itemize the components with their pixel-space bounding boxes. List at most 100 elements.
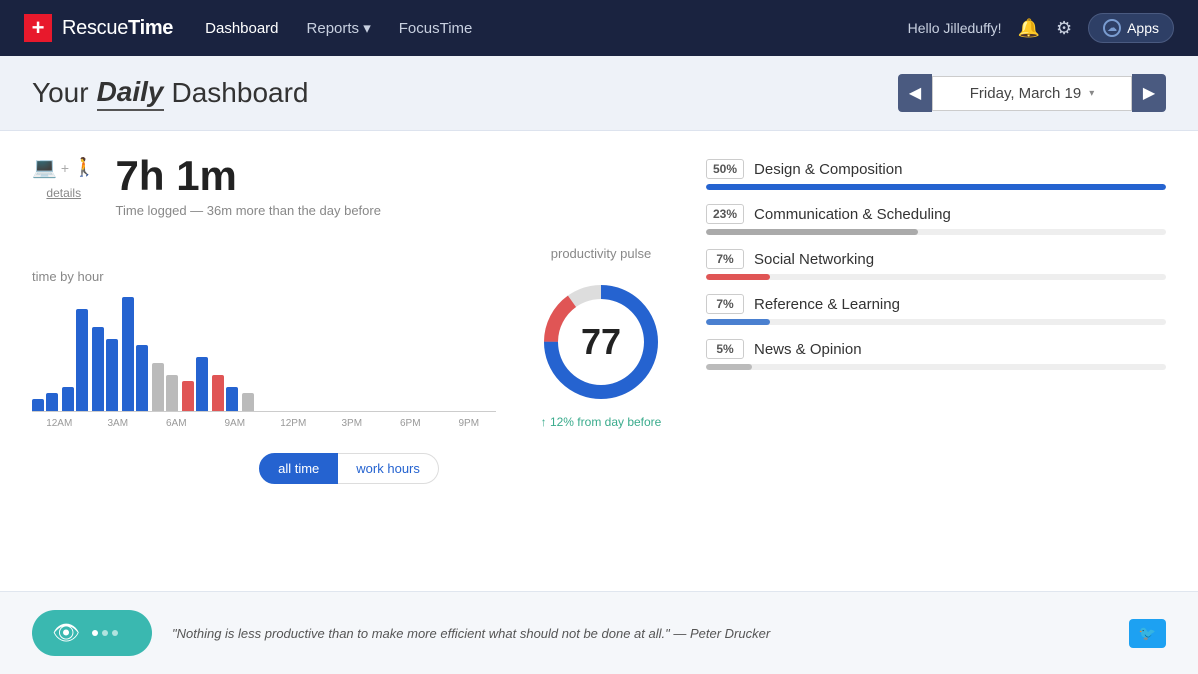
device-row: 💻 + 🚶 [32, 155, 96, 180]
category-header: 23%Communication & Scheduling [706, 204, 1166, 224]
bar [32, 399, 44, 411]
logo-text: RescueTime [62, 17, 173, 40]
time-info: 7h 1m Time logged — 36m more than the da… [116, 155, 381, 218]
category-bar-fill [706, 274, 770, 280]
bar [46, 393, 58, 411]
category-pct: 7% [706, 294, 744, 314]
bar-group [32, 393, 58, 411]
bar-chart [32, 292, 496, 412]
category-item: 50% Design & Composition [706, 159, 1166, 190]
category-item: 5% News & Opinion [706, 339, 1166, 370]
category-header: 5% News & Opinion [706, 339, 1166, 359]
category-header: 50% Design & Composition [706, 159, 1166, 179]
tools-icon[interactable]: ⚙ [1056, 18, 1072, 39]
apps-label: Apps [1127, 20, 1159, 36]
date-caret-icon: ▾ [1089, 88, 1094, 99]
category-header: 7%Reference & Learning [706, 294, 1166, 314]
time-sub: Time logged — 36m more than the day befo… [116, 203, 381, 218]
category-name: News & Opinion [754, 341, 862, 358]
donut-label: productivity pulse [551, 246, 651, 261]
navbar: RescueTime Dashboard Reports ▾ FocusTime… [0, 0, 1198, 56]
hello-text: Hello Jilleduffy! [908, 20, 1002, 36]
bar-group [212, 375, 238, 411]
quote-bar: 👁 "Nothing is less productive than to ma… [0, 591, 1198, 674]
title-daily[interactable]: Daily [97, 76, 164, 111]
eye-icon: 👁 [52, 620, 80, 646]
title-suffix: Dashboard [172, 77, 309, 109]
bar [122, 297, 134, 411]
nav-reports[interactable]: Reports ▾ [307, 19, 371, 37]
nav-right: Hello Jilleduffy! 🔔 ⚙ ☁ Apps [908, 13, 1174, 43]
twitter-share-button[interactable]: 🐦 [1129, 619, 1166, 648]
category-pct: 50% [706, 159, 744, 179]
main-content: 💻 + 🚶 details 7h 1m Time logged — 36m mo… [0, 131, 1198, 591]
category-bar-fill [706, 229, 918, 235]
category-bar-track [706, 184, 1166, 190]
work-hours-button[interactable]: work hours [338, 453, 439, 484]
bar [182, 381, 194, 411]
category-bar-fill [706, 364, 752, 370]
apps-button[interactable]: ☁ Apps [1088, 13, 1174, 43]
current-date: Friday, March 19 [970, 85, 1081, 102]
time-summary: 💻 + 🚶 details 7h 1m Time logged — 36m mo… [32, 155, 666, 218]
laptop-icon: 💻 [32, 155, 57, 180]
dot-2 [102, 630, 108, 636]
bar [92, 327, 104, 411]
page-title: Your Daily Dashboard [32, 76, 309, 111]
axis-label: 3PM [325, 418, 380, 429]
dots-indicator [92, 630, 118, 636]
quote-text: "Nothing is less productive than to make… [172, 626, 1109, 641]
title-prefix: Your [32, 77, 89, 109]
axis-label: 6PM [383, 418, 438, 429]
charts-row: time by hour 12AM3AM6AM9AM12PM3PM6PM9PM … [32, 246, 666, 429]
time-filter: all time work hours [32, 453, 666, 484]
left-panel: 💻 + 🚶 details 7h 1m Time logged — 36m mo… [32, 155, 666, 567]
prev-date-button[interactable]: ◀ [898, 74, 932, 112]
quote-icon-box: 👁 [32, 610, 152, 656]
bar-chart-axis: 12AM3AM6AM9AM12PM3PM6PM9PM [32, 418, 496, 429]
axis-label: 6AM [149, 418, 204, 429]
axis-label: 3AM [91, 418, 146, 429]
bar-group [62, 309, 88, 411]
bar-group [182, 357, 208, 411]
bar [242, 393, 254, 411]
bar [62, 387, 74, 411]
category-pct: 7% [706, 249, 744, 269]
category-bar-track [706, 319, 1166, 325]
category-bar-track [706, 364, 1166, 370]
nav-focustime[interactable]: FocusTime [399, 20, 473, 37]
donut-section: productivity pulse 77 ↑ 12% from day bef… [536, 246, 666, 429]
bar-group [92, 327, 118, 411]
donut-chart: 77 [536, 277, 666, 407]
donut-score: 77 [581, 321, 621, 363]
bar [166, 375, 178, 411]
bar-group [152, 363, 178, 411]
details-link[interactable]: details [46, 186, 81, 200]
bell-icon[interactable]: 🔔 [1018, 18, 1040, 39]
bar [152, 363, 164, 411]
category-item: 7%Reference & Learning [706, 294, 1166, 325]
cloud-icon: ☁ [1103, 19, 1121, 37]
bar [196, 357, 208, 411]
category-name: Design & Composition [754, 161, 902, 178]
header-bar: Your Daily Dashboard ◀ Friday, March 19 … [0, 56, 1198, 131]
right-panel: 50% Design & Composition 23%Communication … [706, 155, 1166, 567]
bar [226, 387, 238, 411]
category-bar-track [706, 274, 1166, 280]
nav-dashboard[interactable]: Dashboard [205, 20, 278, 37]
bar [212, 375, 224, 411]
axis-label: 9AM [208, 418, 263, 429]
bar [76, 309, 88, 411]
category-pct: 5% [706, 339, 744, 359]
category-item: 23%Communication & Scheduling [706, 204, 1166, 235]
device-icons: 💻 + 🚶 details [32, 155, 96, 200]
all-time-button[interactable]: all time [259, 453, 338, 484]
dot-1 [92, 630, 98, 636]
category-pct: 23% [706, 204, 744, 224]
logo[interactable]: RescueTime [24, 14, 173, 42]
bar-chart-section: time by hour 12AM3AM6AM9AM12PM3PM6PM9PM [32, 269, 496, 429]
person-icon: 🚶 [73, 157, 95, 178]
date-navigator: ◀ Friday, March 19 ▾ ▶ [898, 74, 1166, 112]
next-date-button[interactable]: ▶ [1132, 74, 1166, 112]
bar [136, 345, 148, 411]
